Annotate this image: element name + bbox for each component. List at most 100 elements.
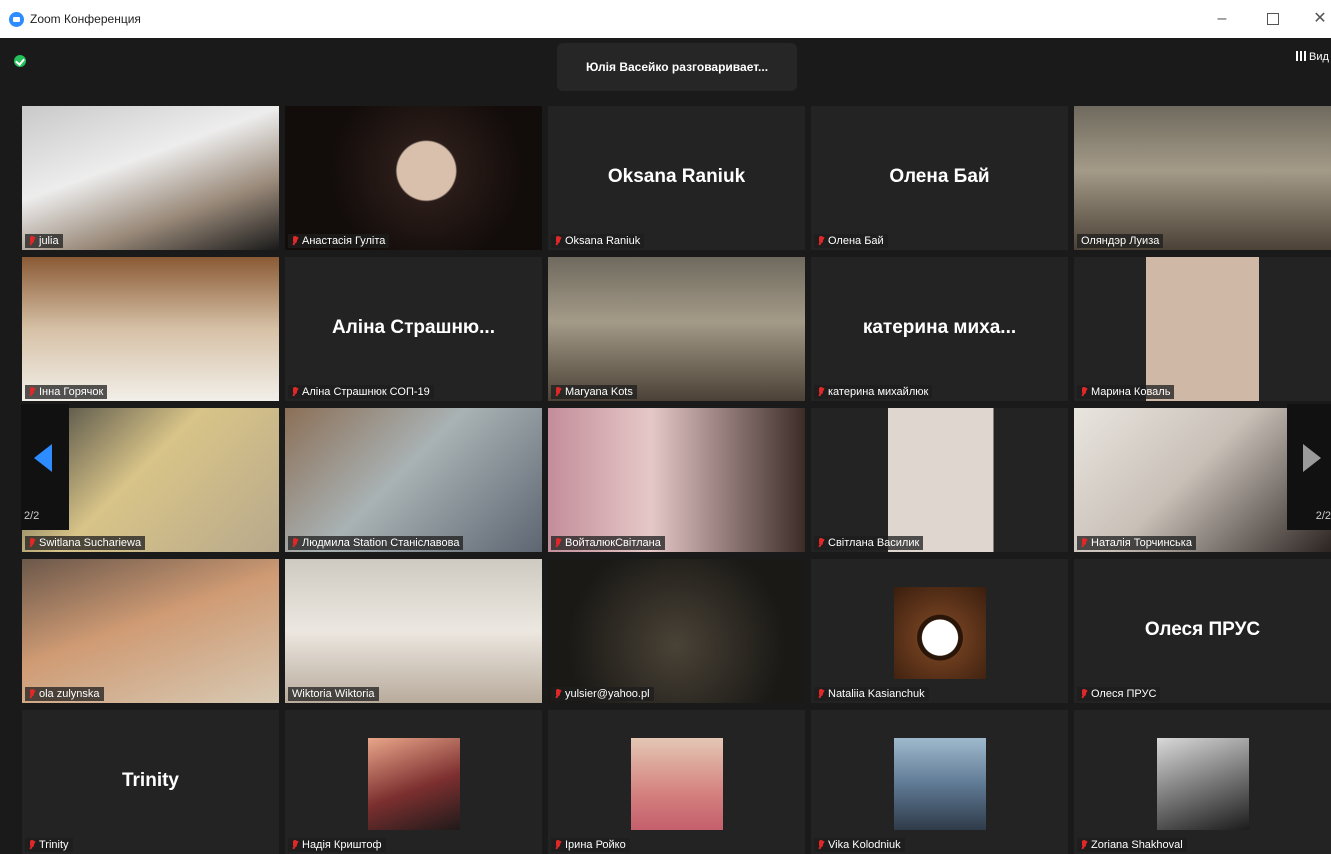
muted-mic-icon — [292, 840, 298, 849]
muted-mic-icon — [818, 538, 824, 547]
maximize-button[interactable] — [1253, 4, 1293, 34]
participant-tile[interactable]: Maryana Kots — [548, 257, 805, 401]
muted-mic-icon — [292, 538, 298, 547]
participant-name-label: Ірина Ройко — [551, 838, 630, 852]
participant-display-name: катерина миха... — [862, 317, 1017, 338]
close-button[interactable]: ✕ — [1300, 4, 1331, 34]
gallery-view-icon — [1296, 51, 1306, 61]
participant-tile[interactable]: Trinity Trinity — [22, 710, 279, 854]
next-page-button[interactable]: 2/2 — [1287, 404, 1331, 530]
participant-display-name: Аліна Страшню... — [332, 317, 495, 338]
profile-picture — [893, 587, 986, 679]
muted-mic-icon — [555, 689, 561, 698]
muted-mic-icon — [555, 387, 561, 396]
muted-mic-icon — [1081, 689, 1087, 698]
muted-mic-icon — [1081, 387, 1087, 396]
participant-name-label: Олеся ПРУС — [1077, 687, 1161, 701]
profile-picture — [630, 738, 723, 830]
participant-tile[interactable]: Nataliia Kasianchuk — [811, 559, 1068, 703]
participant-name-label: Марина Коваль — [1077, 385, 1175, 399]
muted-mic-icon — [29, 387, 35, 396]
participant-tile[interactable]: Vika Kolodniuk — [811, 710, 1068, 854]
maximize-icon — [1267, 12, 1279, 25]
participant-tile[interactable]: катерина миха... катерина михайлюк — [811, 257, 1068, 401]
participant-name-label: yulsier@yahoo.pl — [551, 687, 654, 701]
participant-name-label: Людмила Station Станіславова — [288, 536, 464, 550]
muted-mic-icon — [818, 236, 824, 245]
gallery-grid: julia Анастасія Гуліта Oksana Raniuk Oks… — [22, 106, 1331, 854]
participant-tile[interactable]: Олена Бай Олена Бай — [811, 106, 1068, 250]
zoom-logo-icon — [9, 12, 24, 27]
view-button[interactable]: Вид — [1296, 51, 1329, 63]
participant-tile[interactable]: Інна Горячок — [22, 257, 279, 401]
muted-mic-icon — [555, 840, 561, 849]
encryption-shield-icon[interactable] — [14, 55, 26, 67]
muted-mic-icon — [29, 236, 35, 245]
participant-name-label: Аліна Страшнюк СОП-19 — [288, 385, 434, 399]
participant-name-label: julia — [25, 234, 63, 248]
participant-name-label: Олена Бай — [814, 234, 888, 248]
muted-mic-icon — [29, 840, 35, 849]
participant-tile[interactable]: Оляндэр Луиза — [1074, 106, 1331, 250]
participant-tile[interactable]: Zoriana Shakhoval — [1074, 710, 1331, 854]
participant-name-label: Nataliia Kasianchuk — [814, 687, 929, 701]
participant-display-name: Олена Бай — [889, 166, 990, 187]
participant-name-label: ВойталюкСвітлана — [551, 536, 665, 550]
participant-name-label: Wiktoria Wiktoria — [288, 687, 379, 701]
participant-display-name: Trinity — [121, 770, 179, 791]
participant-display-name: Oksana Raniuk — [607, 166, 746, 187]
muted-mic-icon — [1081, 840, 1087, 849]
participant-name-label: Zoriana Shakhoval — [1077, 838, 1187, 852]
participant-name-label: Оляндэр Луиза — [1077, 234, 1164, 248]
muted-mic-icon — [292, 236, 298, 245]
participant-tile[interactable]: Wiktoria Wiktoria — [285, 559, 542, 703]
participant-tile[interactable]: Анастасія Гуліта — [285, 106, 542, 250]
participant-name-label: Анастасія Гуліта — [288, 234, 390, 248]
participant-name-label: Надія Криштоф — [288, 838, 386, 852]
previous-page-button[interactable]: 2/2 — [21, 404, 69, 530]
page-indicator: 2/2 — [1315, 510, 1331, 522]
participant-name-label: катерина михайлюк — [814, 385, 933, 399]
participant-name-label: Інна Горячок — [25, 385, 108, 399]
view-label: Вид — [1309, 51, 1329, 63]
window-title-bar: Zoom Конференция – ✕ — [0, 0, 1331, 38]
participant-tile[interactable]: ola zulynska — [22, 559, 279, 703]
participant-tile[interactable]: Марина Коваль — [1074, 257, 1331, 401]
participant-tile[interactable]: Oksana Raniuk Oksana Raniuk — [548, 106, 805, 250]
participant-display-name: Олеся ПРУС — [1144, 619, 1261, 640]
muted-mic-icon — [818, 387, 824, 396]
participant-tile[interactable]: Надія Криштоф — [285, 710, 542, 854]
muted-mic-icon — [29, 538, 35, 547]
muted-mic-icon — [292, 387, 298, 396]
participant-name-label: Oksana Raniuk — [551, 234, 645, 248]
participant-name-label: Maryana Kots — [551, 385, 637, 399]
participant-tile[interactable]: yulsier@yahoo.pl — [548, 559, 805, 703]
participant-tile[interactable]: Ірина Ройко — [548, 710, 805, 854]
muted-mic-icon — [555, 538, 561, 547]
active-speaker-banner: Юлія Васейко разговаривает... — [557, 43, 797, 91]
muted-mic-icon — [818, 840, 824, 849]
muted-mic-icon — [818, 689, 824, 698]
participant-tile[interactable]: Аліна Страшню... Аліна Страшнюк СОП-19 — [285, 257, 542, 401]
participant-tile[interactable]: julia — [22, 106, 279, 250]
muted-mic-icon — [29, 689, 35, 698]
participant-name-label: Trinity — [25, 838, 73, 852]
participant-tile[interactable]: ВойталюкСвітлана — [548, 408, 805, 552]
participant-name-label: Світлана Василик — [814, 536, 924, 550]
profile-picture — [893, 738, 986, 830]
participant-tile[interactable]: Олеся ПРУС Олеся ПРУС — [1074, 559, 1331, 703]
participant-tile[interactable]: Людмила Station Станіславова — [285, 408, 542, 552]
profile-picture — [367, 738, 460, 830]
arrow-right-icon — [1303, 444, 1321, 472]
participant-name-label: Наталія Торчинська — [1077, 536, 1196, 550]
participant-name-label: Switlana Suchariewa — [25, 536, 146, 550]
minimize-button[interactable]: – — [1202, 4, 1242, 34]
page-indicator: 2/2 — [24, 510, 40, 522]
muted-mic-icon — [555, 236, 561, 245]
muted-mic-icon — [1081, 538, 1087, 547]
participant-name-label: Vika Kolodniuk — [814, 838, 905, 852]
meeting-top-bar: Юлія Васейко разговаривает... Вид — [0, 38, 1331, 100]
participant-tile[interactable]: Світлана Василик — [811, 408, 1068, 552]
profile-picture — [1156, 738, 1249, 830]
participant-name-label: ola zulynska — [25, 687, 104, 701]
